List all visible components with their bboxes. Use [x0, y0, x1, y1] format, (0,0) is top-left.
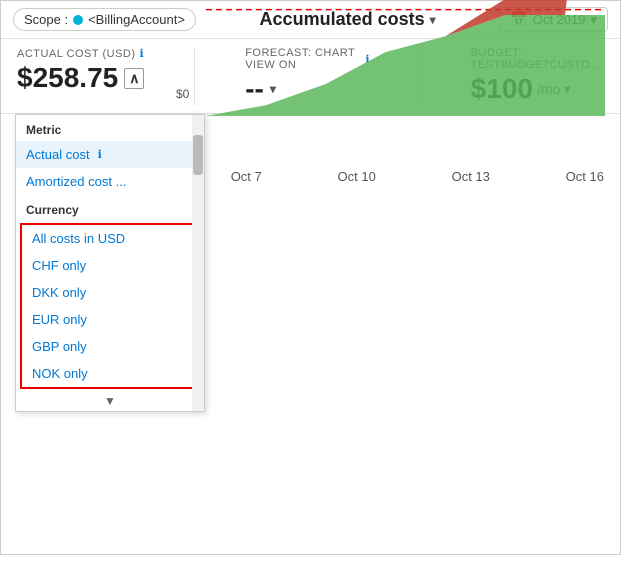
scope-value: <BillingAccount>: [88, 12, 185, 27]
gbp-option: GBP only: [32, 339, 87, 354]
scope-dot: [73, 15, 83, 25]
scope-label: Scope :: [24, 12, 68, 27]
dropdown-item-actual-cost[interactable]: Actual cost ℹ: [16, 141, 204, 168]
metric-dropdown[interactable]: Metric Actual cost ℹ Amortized cost ... …: [15, 114, 205, 412]
separator-1: [194, 47, 195, 105]
chart-svg: [206, 0, 605, 169]
scrollbar-thumb[interactable]: [193, 135, 203, 175]
dropdown-item-chf[interactable]: CHF only: [22, 252, 198, 279]
dropdown-item-amortized-cost[interactable]: Amortized cost ...: [16, 168, 204, 195]
x-label-oct13: Oct 13: [452, 169, 490, 184]
chart-container: $50 $0: [206, 0, 605, 169]
dropdown-item-nok[interactable]: NOK only: [22, 360, 198, 387]
x-label-oct16: Oct 16: [566, 169, 604, 184]
dropdown-item-all-usd[interactable]: All costs in USD: [22, 225, 198, 252]
chf-option: CHF only: [32, 258, 86, 273]
actual-cost-chevron-icon[interactable]: ∧: [124, 68, 144, 89]
actual-cost-number: $258.75: [17, 62, 118, 94]
all-usd-option: All costs in USD: [32, 231, 125, 246]
actual-cost-option-info-icon[interactable]: ℹ: [98, 148, 102, 161]
y-label-0: $0: [176, 87, 189, 101]
actual-cost-block: ACTUAL COST (USD) ℹ $258.75 ∧: [17, 47, 144, 94]
amortized-cost-option: Amortized cost ...: [26, 174, 126, 189]
currency-section-label: Currency: [16, 195, 204, 221]
metric-section-label: Metric: [16, 115, 204, 141]
nok-option: NOK only: [32, 366, 88, 381]
dropdown-item-gbp[interactable]: GBP only: [22, 333, 198, 360]
x-label-oct10: Oct 10: [338, 169, 376, 184]
actual-cost-option: Actual cost: [26, 147, 90, 162]
actual-cost-label: ACTUAL COST (USD) ℹ: [17, 47, 144, 60]
dkk-option: DKK only: [32, 285, 86, 300]
dropdown-scrollbar[interactable]: [192, 115, 204, 411]
main-content: Metric Actual cost ℹ Amortized cost ... …: [1, 114, 620, 574]
actual-cost-label-text: ACTUAL COST (USD): [17, 48, 136, 60]
eur-option: EUR only: [32, 312, 87, 327]
actual-cost-info-icon[interactable]: ℹ: [140, 47, 145, 60]
scope-badge[interactable]: Scope : <BillingAccount>: [13, 8, 196, 31]
actual-cost-value: $258.75 ∧: [17, 62, 144, 94]
dropdown-item-eur[interactable]: EUR only: [22, 306, 198, 333]
x-label-oct7: Oct 7: [231, 169, 262, 184]
dropdown-item-dkk[interactable]: DKK only: [22, 279, 198, 306]
dropdown-scroll-down-icon[interactable]: ▼: [16, 391, 204, 411]
currency-section: All costs in USD CHF only DKK only EUR o…: [20, 223, 200, 389]
